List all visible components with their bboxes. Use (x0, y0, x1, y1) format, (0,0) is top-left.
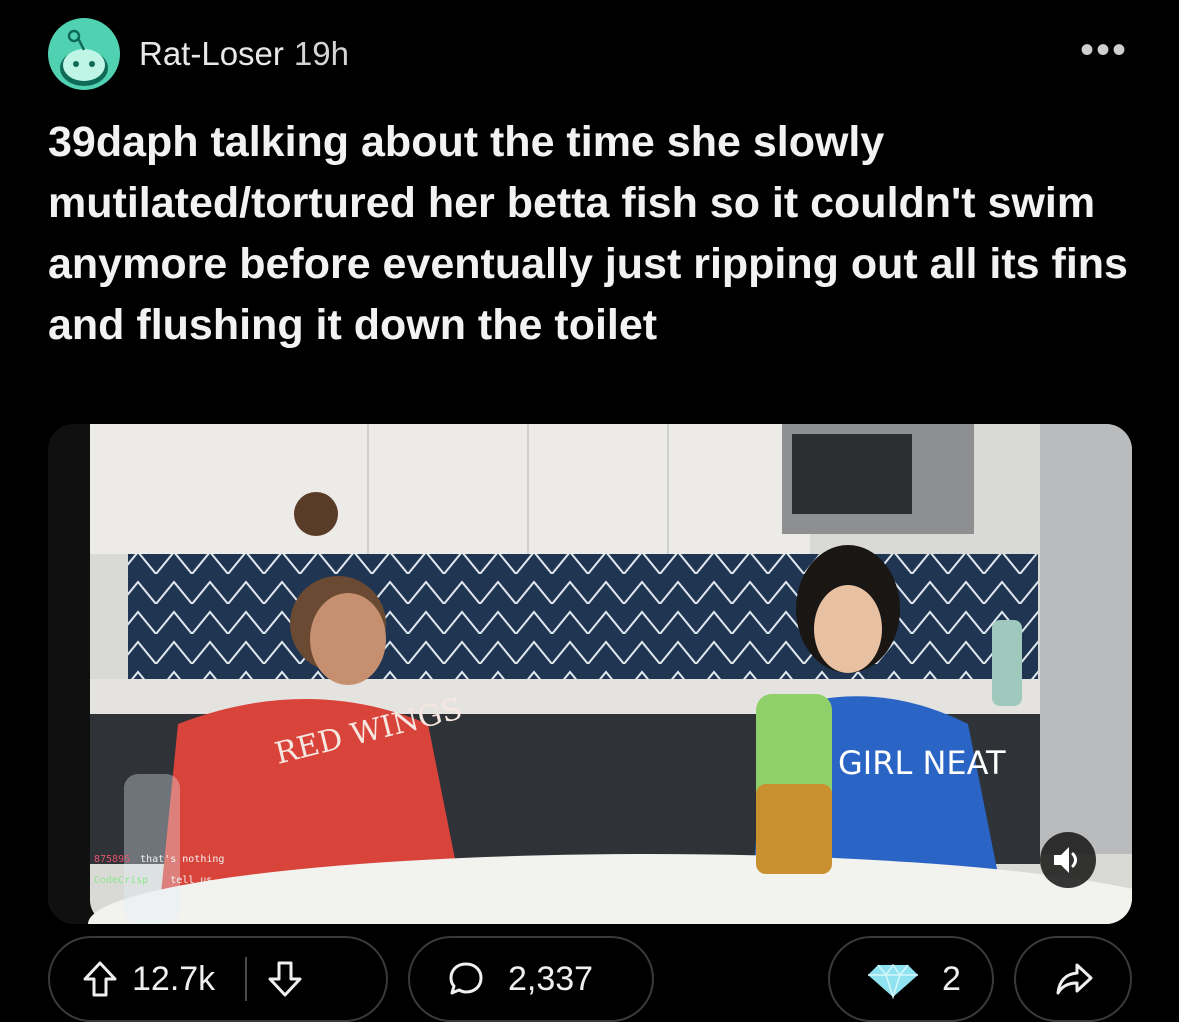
award-count: 2 (942, 959, 961, 998)
diamond-award-icon (868, 963, 918, 999)
vote-divider (245, 957, 248, 1001)
share-arrow-icon (1056, 963, 1093, 995)
video-player[interactable]: RED WINGS GIRL NEAT 875895 that's nothing… (48, 424, 1132, 924)
speaker-icon (1054, 847, 1077, 873)
author-name[interactable]: Rat-Loser (139, 35, 284, 72)
post-actions: 12.7k 2,337 2 (48, 936, 1148, 1022)
vote-count: 12.7k (132, 959, 216, 998)
ellipsis-icon[interactable]: ••• (1080, 30, 1128, 70)
post-age: 19h (293, 35, 349, 72)
share-button[interactable] (1014, 936, 1132, 1022)
author-line: Rat-Loser 19h (139, 35, 349, 73)
comments-button[interactable]: 2,337 (408, 936, 654, 1022)
video-frame: RED WINGS GIRL NEAT (48, 424, 1132, 924)
sound-toggle-button[interactable] (1040, 832, 1096, 888)
downvote-icon[interactable] (267, 959, 303, 999)
comment-bubble-icon (449, 962, 483, 995)
user-avatar[interactable] (48, 18, 120, 90)
comment-count: 2,337 (508, 959, 594, 998)
upvote-icon[interactable] (82, 959, 118, 999)
stream-chat-overlay: 875895 that's nothing CodeCrisp tell us (94, 854, 224, 896)
chat-message: CodeCrisp tell us (94, 875, 213, 886)
post-title: 39daph talking about the time she slowly… (48, 118, 1128, 349)
vote-bar: 12.7k (48, 936, 388, 1022)
award-button[interactable]: 2 (828, 936, 994, 1022)
chat-message: 875895 that's nothing (94, 854, 225, 865)
post-header: Rat-Loser 19h ••• (48, 18, 1148, 90)
sweatshirt-right-text: GIRL NEAT (838, 744, 1006, 782)
